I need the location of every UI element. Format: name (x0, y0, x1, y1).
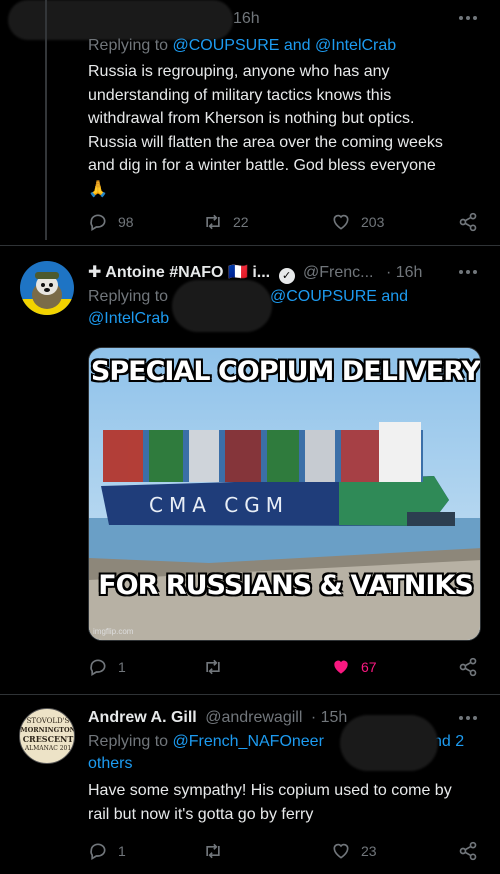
like-button[interactable]: 23 (331, 841, 377, 861)
tweet-line: understanding of military tactics knows … (88, 86, 392, 104)
share-button[interactable] (458, 841, 478, 861)
tweet-line: rail but now it's gotta go by ferry (88, 805, 314, 823)
tweet-body: Russia is regrouping, anyone who has any… (88, 60, 488, 201)
reply-icon (90, 843, 106, 860)
heart-icon (333, 843, 349, 859)
retweet-button[interactable] (203, 841, 223, 861)
author-name[interactable]: ✚ Antoine #NAFO (88, 264, 223, 281)
tweet-image[interactable]: CMA CGM SPECIAL COPIUM DELIVERY FOR RUSS… (88, 347, 481, 641)
more-icon[interactable] (458, 268, 478, 276)
heart-icon (333, 214, 349, 230)
avatar[interactable]: STOVOLD'S MORNINGTON CRESCENT ALMANAC 20… (19, 708, 75, 764)
avatar[interactable] (20, 261, 74, 315)
avatar-text: STOVOLD'S (26, 717, 70, 725)
tweet-line: Have some sympathy! His copium used to c… (88, 782, 452, 799)
replying-prefix: Replying to (88, 733, 169, 750)
share-icon (459, 212, 477, 232)
redacted-handle (172, 280, 272, 332)
author-name-trunc[interactable]: i... (252, 264, 270, 281)
nafo-dog-avatar (20, 272, 74, 315)
replying-to: Replying to @COUPSURE and @IntelCrab (88, 35, 396, 57)
tweet-header: Andrew A. Gill @andrewagill · 15h (88, 709, 347, 727)
retweet-button[interactable] (203, 657, 223, 677)
share-button[interactable] (458, 657, 478, 677)
verified-icon: ✓ (278, 268, 295, 284)
retweet-icon (206, 214, 220, 230)
tweet-line: withdrawal from Kherson is nothing but o… (88, 110, 415, 127)
meme-top-text: SPECIAL COPIUM DELIVERY (90, 355, 481, 388)
watermark: imgflip.com (93, 627, 134, 636)
tweet-line: Russia is regrouping, anyone who has any (88, 63, 390, 80)
avatar-text: ALMANAC 201 (24, 745, 72, 752)
redacted-handle (340, 715, 438, 771)
share-icon (459, 657, 477, 677)
replying-to: Replying to @COUPSURE and @IntelCrab (88, 286, 488, 330)
like-count: 67 (361, 659, 377, 675)
tweet-3[interactable]: STOVOLD'S MORNINGTON CRESCENT ALMANAC 20… (0, 695, 500, 874)
author-handle[interactable]: @Frenc... (303, 264, 373, 281)
replying-handle[interactable]: @IntelCrab (88, 308, 488, 330)
reply-count: 1 (118, 659, 126, 675)
like-button[interactable]: 203 (331, 212, 384, 232)
share-icon (459, 841, 477, 861)
retweet-count: 22 (233, 214, 249, 230)
reply-button[interactable]: 1 (88, 657, 126, 677)
retweet-icon (206, 659, 220, 675)
retweet-icon (206, 843, 220, 859)
tweet-time: 16h (233, 10, 260, 27)
author-handle[interactable]: @andrewagill (205, 709, 302, 726)
reply-button[interactable]: 1 (88, 841, 126, 861)
replying-prefix: Replying to (88, 37, 169, 54)
flag-icon: 🇫🇷 (227, 264, 248, 281)
tweet-actions: 1 23 (88, 841, 483, 863)
share-button[interactable] (458, 212, 478, 232)
tweet-time: · 16h (385, 264, 423, 281)
redacted-author (8, 0, 233, 40)
more-icon[interactable] (458, 14, 478, 22)
replying-handles[interactable]: @COUPSURE and @IntelCrab (173, 37, 397, 54)
tweet-body: Have some sympathy! His copium used to c… (88, 779, 488, 826)
reply-count: 1 (118, 843, 126, 859)
meme-bottom-text: FOR RUSSIANS & VATNIKS (97, 569, 474, 602)
tweet-line: 🙏 (88, 180, 108, 198)
tweet-1[interactable]: 16h Replying to @COUPSURE and @IntelCrab… (0, 0, 500, 245)
avatar-text: CRESCENT (22, 734, 74, 744)
tweet-line: Russia will flatten the area over the co… (88, 133, 443, 151)
reply-icon (90, 659, 106, 676)
tweet-line: and dig in for a winter battle. God bles… (88, 157, 436, 174)
author-name[interactable]: Andrew A. Gill (88, 709, 197, 726)
like-count: 23 (361, 843, 377, 859)
tweet-actions: 98 22 203 (88, 212, 483, 234)
tweet-actions: 1 67 (88, 657, 483, 679)
reply-button[interactable]: 98 (88, 212, 134, 232)
replying-handle[interactable]: @COUPSURE and (270, 286, 408, 308)
like-button[interactable]: 67 (331, 657, 377, 677)
replying-prefix: Replying to (88, 288, 169, 305)
thread-line (45, 0, 47, 240)
replying-handle[interactable]: @French_NAFOneer (173, 733, 324, 750)
heart-filled-icon (334, 660, 348, 674)
reply-icon (90, 214, 106, 231)
like-count: 203 (361, 214, 385, 230)
tweet-time: · 15h (310, 709, 348, 726)
retweet-button[interactable]: 22 (203, 212, 249, 232)
more-icon[interactable] (458, 714, 478, 722)
reply-count: 98 (118, 214, 134, 230)
ship-brand: CMA CGM (149, 493, 289, 517)
